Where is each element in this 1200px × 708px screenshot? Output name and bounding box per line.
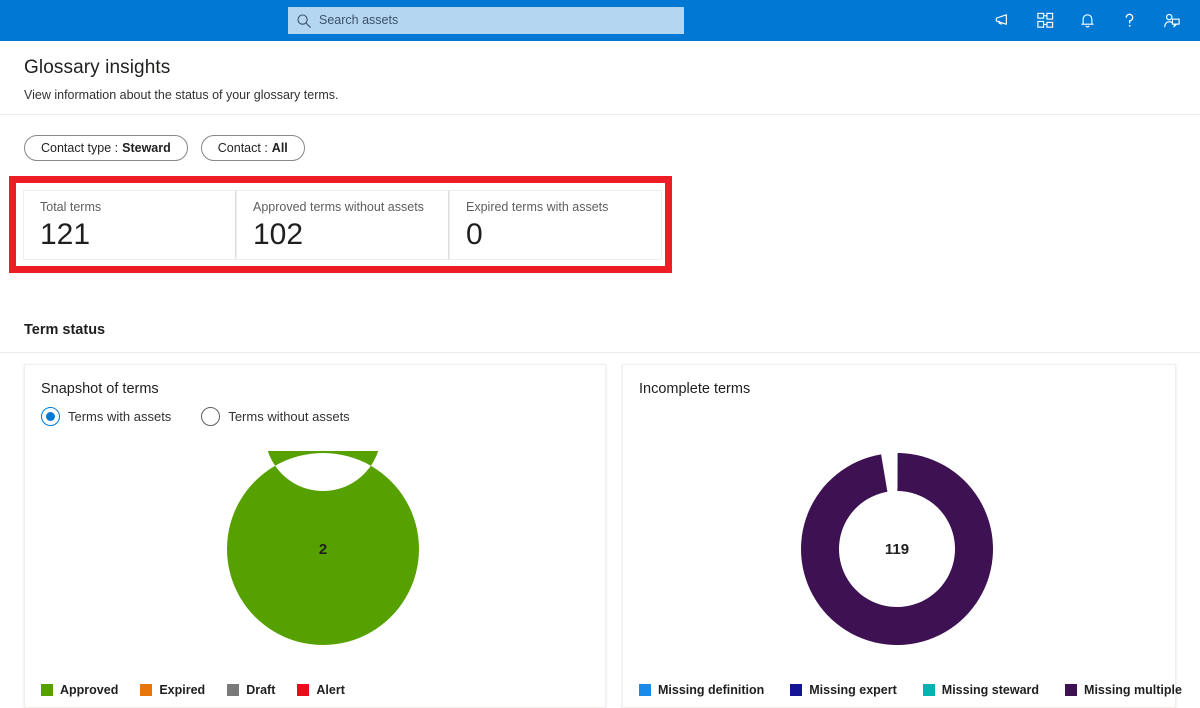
section-divider bbox=[0, 352, 1200, 353]
page-subtitle: View information about the status of you… bbox=[24, 88, 339, 102]
kpi-value: 121 bbox=[40, 216, 235, 254]
legend-item[interactable]: Missing expert bbox=[790, 683, 897, 697]
filter-pill-contact[interactable]: Contact : All bbox=[201, 135, 305, 161]
search-input[interactable]: Search assets bbox=[288, 7, 684, 34]
bell-icon[interactable] bbox=[1074, 8, 1100, 34]
page-header: Glossary insights View information about… bbox=[0, 41, 1200, 115]
top-navigation-bar: Search assets bbox=[0, 0, 1200, 41]
section-title-term-status: Term status bbox=[24, 322, 105, 338]
help-icon[interactable] bbox=[1116, 8, 1142, 34]
app-switcher-icon[interactable] bbox=[1032, 8, 1058, 34]
kpi-label: Approved terms without assets bbox=[253, 199, 448, 215]
kpi-label: Total terms bbox=[40, 199, 235, 215]
legend-swatch-icon bbox=[1065, 684, 1077, 696]
legend-snapshot-of-terms: Approved Expired Draft Alert bbox=[41, 683, 367, 697]
kpi-card-approved-terms-without-assets[interactable]: Approved terms without assets 102 bbox=[236, 190, 449, 260]
radio-terms-with-assets[interactable]: Terms with assets bbox=[41, 407, 171, 426]
legend-swatch-icon bbox=[140, 684, 152, 696]
filter-pill-contact-type[interactable]: Contact type : Steward bbox=[24, 135, 188, 161]
filter-pill-contact-type-label: Contact type : bbox=[41, 141, 118, 155]
donut-chart-incomplete-terms[interactable]: 119 bbox=[789, 451, 1005, 647]
legend-swatch-icon bbox=[639, 684, 651, 696]
page-title: Glossary insights bbox=[24, 57, 170, 79]
filter-pill-contact-value: All bbox=[272, 141, 288, 155]
feedback-icon[interactable] bbox=[1158, 8, 1184, 34]
legend-item[interactable]: Draft bbox=[227, 683, 275, 697]
topbar-icon-group bbox=[990, 0, 1184, 41]
search-icon bbox=[296, 13, 312, 29]
radio-label: Terms without assets bbox=[228, 409, 349, 424]
legend-item[interactable]: Missing multiple bbox=[1065, 683, 1182, 697]
legend-label: Alert bbox=[316, 683, 344, 697]
legend-label: Expired bbox=[159, 683, 205, 697]
legend-label: Missing expert bbox=[809, 683, 897, 697]
legend-swatch-icon bbox=[227, 684, 239, 696]
card-title: Incomplete terms bbox=[639, 381, 750, 397]
radio-circle-icon bbox=[41, 407, 60, 426]
filter-pill-contact-type-value: Steward bbox=[122, 141, 171, 155]
legend-swatch-icon bbox=[297, 684, 309, 696]
radio-label: Terms with assets bbox=[68, 409, 171, 424]
radio-dot-icon bbox=[46, 412, 55, 421]
legend-swatch-icon bbox=[790, 684, 802, 696]
card-snapshot-of-terms: Snapshot of terms Terms with assets Term… bbox=[24, 364, 606, 708]
kpi-value: 102 bbox=[253, 216, 448, 254]
kpi-card-row: Total terms 121 Approved terms without a… bbox=[23, 190, 658, 260]
legend-label: Approved bbox=[60, 683, 118, 697]
kpi-card-expired-terms-with-assets[interactable]: Expired terms with assets 0 bbox=[449, 190, 662, 260]
card-title: Snapshot of terms bbox=[41, 381, 159, 397]
legend-swatch-icon bbox=[41, 684, 53, 696]
radio-circle-icon bbox=[201, 407, 220, 426]
filter-bar: Contact type : Steward Contact : All bbox=[24, 135, 305, 161]
legend-item[interactable]: Expired bbox=[140, 683, 205, 697]
donut-slice[interactable] bbox=[801, 453, 993, 645]
search-placeholder: Search assets bbox=[319, 14, 398, 27]
legend-incomplete-terms: Missing definition Missing expert Missing … bbox=[639, 683, 1200, 697]
legend-label: Missing definition bbox=[658, 683, 764, 697]
legend-label: Missing steward bbox=[942, 683, 1039, 697]
donut-chart-snapshot-of-terms[interactable]: 2 bbox=[215, 451, 431, 647]
announcement-icon[interactable] bbox=[990, 8, 1016, 34]
kpi-card-total-terms[interactable]: Total terms 121 bbox=[23, 190, 236, 260]
radio-terms-without-assets[interactable]: Terms without assets bbox=[201, 407, 349, 426]
legend-label: Missing multiple bbox=[1084, 683, 1182, 697]
legend-item[interactable]: Missing steward bbox=[923, 683, 1039, 697]
filter-pill-contact-label: Contact : bbox=[218, 141, 268, 155]
kpi-label: Expired terms with assets bbox=[466, 199, 661, 215]
card-incomplete-terms: Incomplete terms 119 Missing definition M… bbox=[622, 364, 1176, 708]
snapshot-radio-group: Terms with assets Terms without assets bbox=[41, 407, 350, 426]
legend-swatch-icon bbox=[923, 684, 935, 696]
legend-item[interactable]: Missing definition bbox=[639, 683, 764, 697]
kpi-value: 0 bbox=[466, 216, 661, 254]
legend-item[interactable]: Alert bbox=[297, 683, 344, 697]
legend-label: Draft bbox=[246, 683, 275, 697]
legend-item[interactable]: Approved bbox=[41, 683, 118, 697]
